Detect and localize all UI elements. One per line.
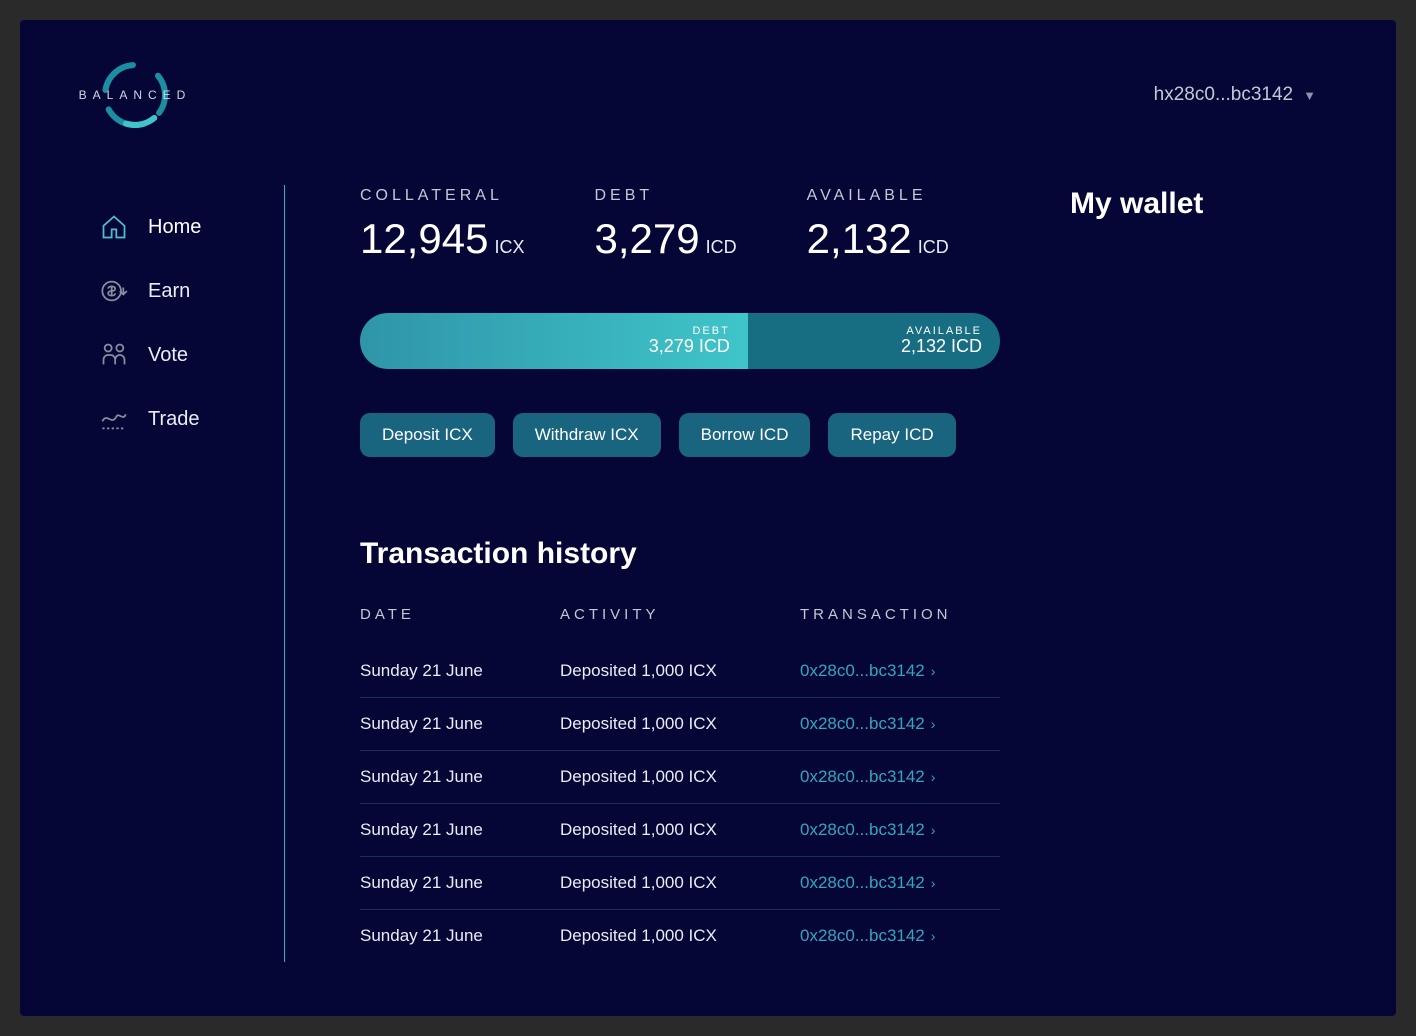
brand-name: BALANCED — [79, 88, 192, 102]
wallet-panel: My wallet — [1070, 187, 1310, 962]
cell-date: Sunday 21 June — [360, 767, 560, 787]
stat-debt: DEBT 3,279 ICD — [594, 187, 736, 263]
stat-unit: ICD — [706, 237, 737, 257]
table-row: Sunday 21 JuneDeposited 1,000 ICX0x28c0.… — [360, 697, 1000, 750]
main-content: COLLATERAL 12,945 ICX DEBT 3,279 ICD AVAIL… — [285, 185, 1316, 962]
transaction-link[interactable]: 0x28c0...bc3142 › — [800, 714, 1000, 734]
repay-button[interactable]: Repay ICD — [828, 413, 955, 457]
sidebar-item-home[interactable]: Home — [100, 195, 284, 259]
history-header: DATE ACTIVITY TRANSACTION — [360, 606, 1000, 645]
bar-segment-debt: DEBT 3,279 ICD — [360, 313, 748, 369]
home-icon — [100, 213, 128, 241]
table-row: Sunday 21 JuneDeposited 1,000 ICX0x28c0.… — [360, 645, 1000, 697]
sidebar-item-earn[interactable]: Earn — [100, 259, 284, 323]
stat-value: 2,132 — [807, 215, 912, 262]
stat-label: AVAILABLE — [807, 187, 949, 205]
cell-activity: Deposited 1,000 ICX — [560, 714, 800, 734]
stat-label: DEBT — [594, 187, 736, 205]
cell-date: Sunday 21 June — [360, 926, 560, 946]
cell-activity: Deposited 1,000 ICX — [560, 767, 800, 787]
sidebar-item-label: Trade — [148, 408, 200, 431]
deposit-button[interactable]: Deposit ICX — [360, 413, 495, 457]
wallet-address-dropdown[interactable]: hx28c0...bc3142 ▼ — [1154, 84, 1316, 106]
sidebar: Home Earn Vote Trade — [100, 185, 285, 962]
sidebar-item-trade[interactable]: Trade — [100, 387, 284, 451]
header-transaction: TRANSACTION — [800, 606, 1000, 623]
cell-activity: Deposited 1,000 ICX — [560, 926, 800, 946]
sidebar-item-label: Vote — [148, 344, 188, 367]
transaction-link[interactable]: 0x28c0...bc3142 › — [800, 661, 1000, 681]
sidebar-item-label: Home — [148, 216, 201, 239]
app-window: BALANCED hx28c0...bc3142 ▼ Home Earn — [20, 20, 1396, 1016]
cell-activity: Deposited 1,000 ICX — [560, 820, 800, 840]
history-title: Transaction history — [360, 537, 1000, 571]
bar-value: 2,132 ICD — [901, 337, 982, 357]
transaction-link[interactable]: 0x28c0...bc3142 › — [800, 820, 1000, 840]
earn-icon — [100, 277, 128, 305]
transaction-link[interactable]: 0x28c0...bc3142 › — [800, 873, 1000, 893]
trade-icon — [100, 405, 128, 433]
borrow-button[interactable]: Borrow ICD — [679, 413, 811, 457]
cell-date: Sunday 21 June — [360, 873, 560, 893]
layout: Home Earn Vote Trade — [100, 185, 1316, 962]
stat-value: 12,945 — [360, 215, 488, 262]
header-activity: ACTIVITY — [560, 606, 800, 623]
wallet-title: My wallet — [1070, 187, 1310, 221]
debt-available-bar: DEBT 3,279 ICD AVAILABLE 2,132 ICD — [360, 313, 1000, 369]
chevron-right-icon: › — [931, 769, 936, 785]
header-date: DATE — [360, 606, 560, 623]
cell-activity: Deposited 1,000 ICX — [560, 661, 800, 681]
sidebar-item-label: Earn — [148, 280, 190, 303]
table-row: Sunday 21 JuneDeposited 1,000 ICX0x28c0.… — [360, 909, 1000, 962]
stat-available: AVAILABLE 2,132 ICD — [807, 187, 949, 263]
wallet-address-text: hx28c0...bc3142 — [1154, 84, 1293, 106]
vote-icon — [100, 341, 128, 369]
cell-activity: Deposited 1,000 ICX — [560, 873, 800, 893]
bar-segment-available: AVAILABLE 2,132 ICD — [748, 313, 1000, 369]
action-buttons: Deposit ICX Withdraw ICX Borrow ICD Repa… — [360, 413, 1000, 457]
cell-date: Sunday 21 June — [360, 661, 560, 681]
sidebar-item-vote[interactable]: Vote — [100, 323, 284, 387]
chevron-right-icon: › — [931, 663, 936, 679]
table-row: Sunday 21 JuneDeposited 1,000 ICX0x28c0.… — [360, 856, 1000, 909]
cell-date: Sunday 21 June — [360, 714, 560, 734]
chevron-right-icon: › — [931, 875, 936, 891]
stats-row: COLLATERAL 12,945 ICX DEBT 3,279 ICD AVAIL… — [360, 187, 1000, 263]
table-row: Sunday 21 JuneDeposited 1,000 ICX0x28c0.… — [360, 750, 1000, 803]
chevron-right-icon: › — [931, 822, 936, 838]
bar-value: 3,279 ICD — [649, 337, 730, 357]
chevron-right-icon: › — [931, 716, 936, 732]
history-body: Sunday 21 JuneDeposited 1,000 ICX0x28c0.… — [360, 645, 1000, 962]
transaction-link[interactable]: 0x28c0...bc3142 › — [800, 767, 1000, 787]
stat-value: 3,279 — [594, 215, 699, 262]
cell-date: Sunday 21 June — [360, 820, 560, 840]
withdraw-button[interactable]: Withdraw ICX — [513, 413, 661, 457]
stat-unit: ICX — [494, 237, 524, 257]
stat-label: COLLATERAL — [360, 187, 524, 205]
table-row: Sunday 21 JuneDeposited 1,000 ICX0x28c0.… — [360, 803, 1000, 856]
history-table: DATE ACTIVITY TRANSACTION Sunday 21 June… — [360, 606, 1000, 962]
header: BALANCED hx28c0...bc3142 ▼ — [100, 60, 1316, 130]
stat-unit: ICD — [918, 237, 949, 257]
stat-collateral: COLLATERAL 12,945 ICX — [360, 187, 524, 263]
center-column: COLLATERAL 12,945 ICX DEBT 3,279 ICD AVAIL… — [360, 187, 1000, 962]
transaction-link[interactable]: 0x28c0...bc3142 › — [800, 926, 1000, 946]
brand-logo: BALANCED — [100, 60, 170, 130]
balanced-logo-icon: BALANCED — [100, 60, 170, 130]
chevron-right-icon: › — [931, 928, 936, 944]
chevron-down-icon: ▼ — [1303, 88, 1316, 103]
